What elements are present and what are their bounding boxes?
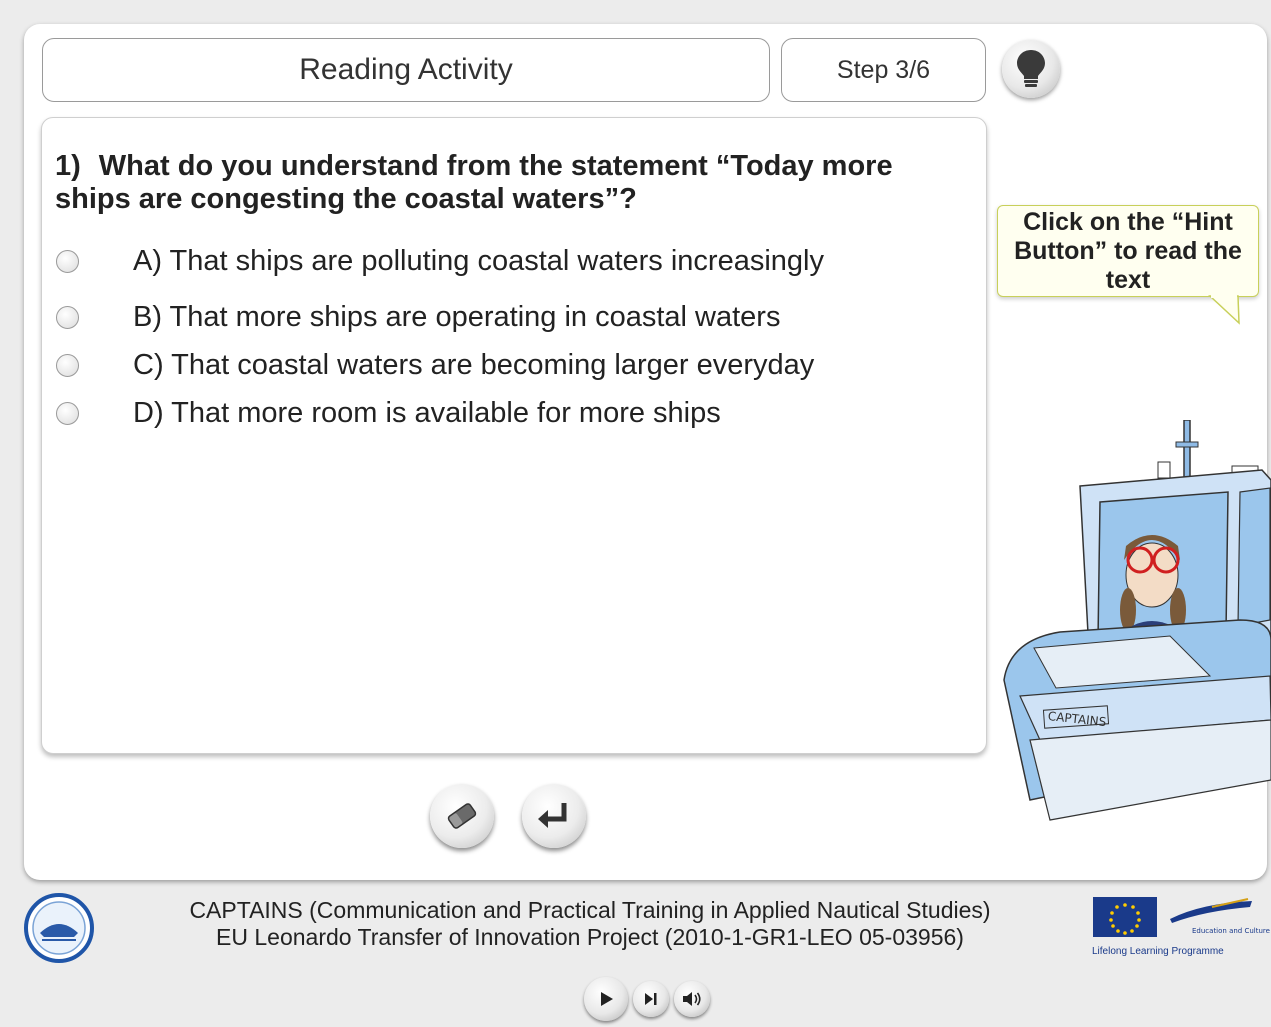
hint-tooltip-text: Click on the “Hint Button” to read the t… bbox=[1014, 208, 1242, 294]
hint-tooltip: Click on the “Hint Button” to read the t… bbox=[997, 205, 1259, 297]
skip-next-icon bbox=[645, 993, 657, 1005]
radio-option-d[interactable] bbox=[56, 401, 79, 425]
play-icon bbox=[601, 992, 613, 1006]
footer-line-1: CAPTAINS (Communication and Practical Tr… bbox=[189, 897, 991, 923]
radio-option-a[interactable] bbox=[56, 249, 79, 273]
erase-button[interactable] bbox=[430, 784, 494, 848]
radio-option-b[interactable] bbox=[56, 305, 79, 329]
eu-program-caption: Lifelong Learning Programme bbox=[1092, 946, 1224, 957]
question-text: 1) What do you understand from the statem… bbox=[55, 150, 955, 216]
option-d-label: D) That more room is available for more … bbox=[133, 396, 721, 429]
option-d[interactable]: D) That more room is available for more … bbox=[42, 391, 982, 435]
footer-line-2: EU Leonardo Transfer of Innovation Proje… bbox=[216, 924, 964, 950]
option-b[interactable]: B) That more ships are operating in coas… bbox=[42, 295, 982, 339]
option-b-label: B) That more ships are operating in coas… bbox=[133, 300, 781, 333]
lightbulb-icon bbox=[1017, 50, 1045, 87]
ship-captain-illustration: CAPTAINS bbox=[1003, 420, 1271, 821]
radio-option-c[interactable] bbox=[56, 353, 79, 377]
skip-next-button[interactable] bbox=[633, 981, 669, 1017]
option-a-label: A) That ships are polluting coastal wate… bbox=[133, 244, 824, 277]
eraser-icon bbox=[447, 803, 477, 829]
captains-logo bbox=[24, 893, 94, 963]
speaker-icon bbox=[683, 992, 701, 1006]
step-indicator: Step 3/6 bbox=[781, 38, 986, 102]
enter-arrow-icon bbox=[538, 803, 567, 828]
question-number: 1) bbox=[55, 150, 81, 182]
question-card: 1) What do you understand from the statem… bbox=[41, 117, 987, 754]
option-c[interactable]: C) That coastal waters are becoming larg… bbox=[42, 343, 982, 387]
activity-title-text: Reading Activity bbox=[299, 53, 513, 86]
tooltip-tail bbox=[1208, 295, 1240, 325]
eu-small-text: Education and Culture DG bbox=[1192, 927, 1270, 935]
audio-button[interactable] bbox=[674, 981, 710, 1017]
step-indicator-text: Step 3/6 bbox=[836, 55, 931, 84]
option-c-label: C) That coastal waters are becoming larg… bbox=[133, 348, 815, 381]
question-body: What do you understand from the statemen… bbox=[55, 150, 893, 215]
activity-title: Reading Activity bbox=[42, 38, 770, 102]
play-button[interactable] bbox=[584, 977, 628, 1021]
hint-button[interactable] bbox=[1002, 40, 1060, 98]
option-a[interactable]: A) That ships are polluting coastal wate… bbox=[42, 239, 982, 283]
submit-button[interactable] bbox=[522, 784, 586, 848]
